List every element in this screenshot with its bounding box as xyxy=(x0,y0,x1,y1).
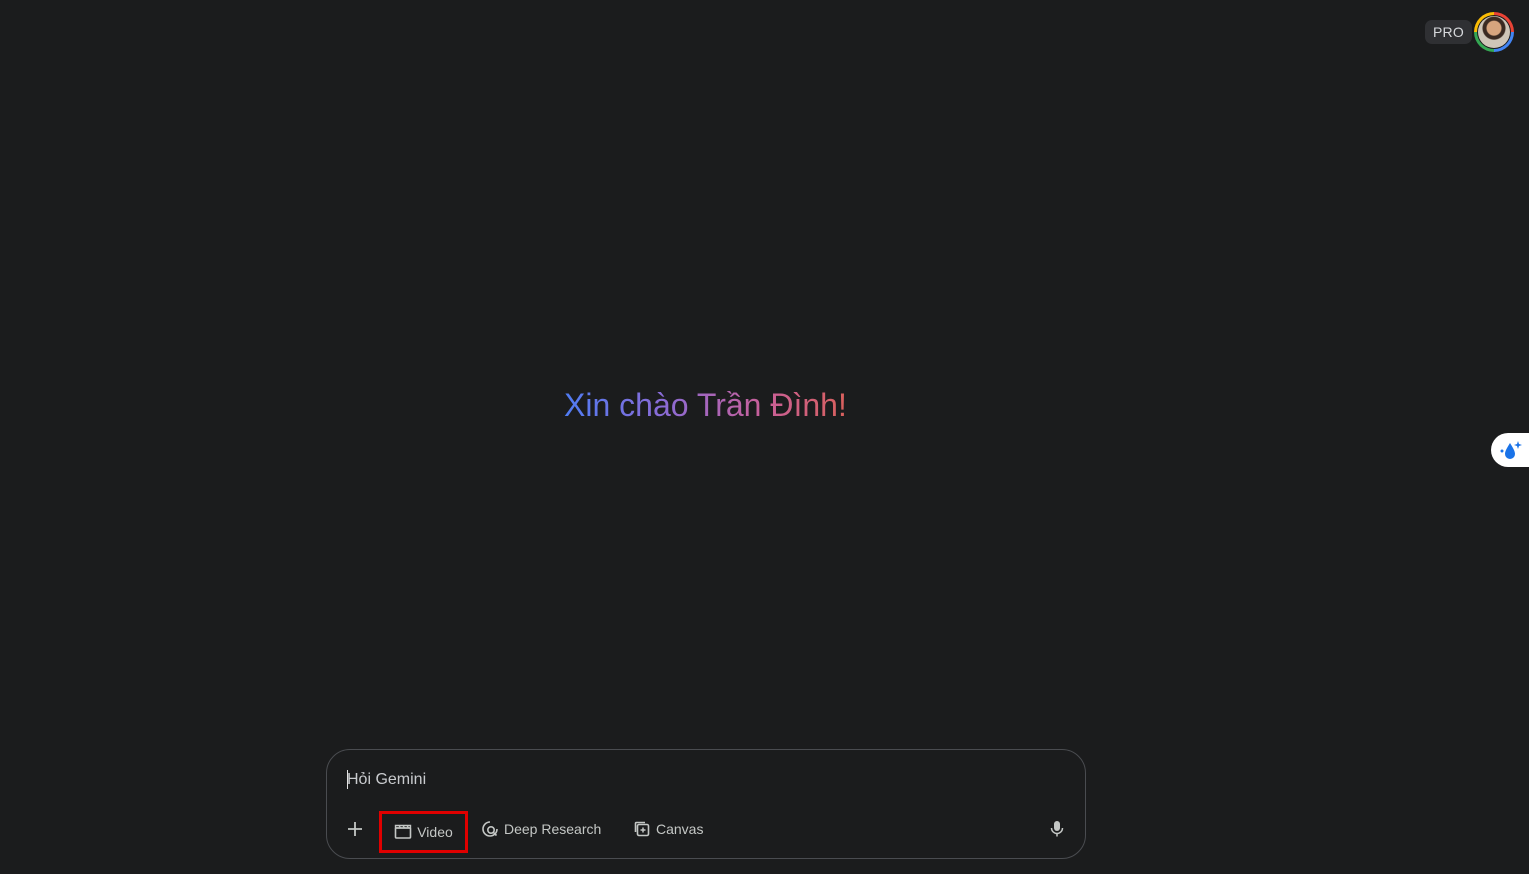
prompt-input[interactable] xyxy=(347,768,1037,792)
deep-research-tool-label: Deep Research xyxy=(504,821,602,837)
greeting-title: Xin chào Trần Đình! xyxy=(564,384,847,426)
canvas-icon xyxy=(634,821,650,837)
microphone-button[interactable] xyxy=(1047,812,1067,846)
pro-badge[interactable]: PRO xyxy=(1425,20,1472,44)
side-floating-button[interactable] xyxy=(1491,433,1529,467)
add-button[interactable] xyxy=(343,812,367,846)
text-caret xyxy=(347,770,348,789)
canvas-tool-button[interactable]: Canvas xyxy=(633,812,703,846)
microphone-icon xyxy=(1050,821,1064,837)
deep-research-icon xyxy=(482,821,498,837)
plus-icon xyxy=(348,822,362,836)
account-avatar-button[interactable] xyxy=(1474,12,1514,52)
user-avatar-icon xyxy=(1478,16,1510,48)
avatar xyxy=(1477,15,1511,49)
deep-research-tool-button[interactable]: Deep Research xyxy=(481,812,601,846)
video-tool-label: Video xyxy=(417,824,453,840)
video-tool-button[interactable]: Video xyxy=(379,811,468,853)
drop-sparkle-icon xyxy=(1500,441,1522,459)
prompt-box: Video Deep Research Canvas xyxy=(326,749,1086,859)
gemini-app: PRO Xin chào Trần Đình! Video xyxy=(0,0,1529,874)
canvas-tool-label: Canvas xyxy=(656,821,704,837)
clapperboard-icon xyxy=(394,824,412,839)
